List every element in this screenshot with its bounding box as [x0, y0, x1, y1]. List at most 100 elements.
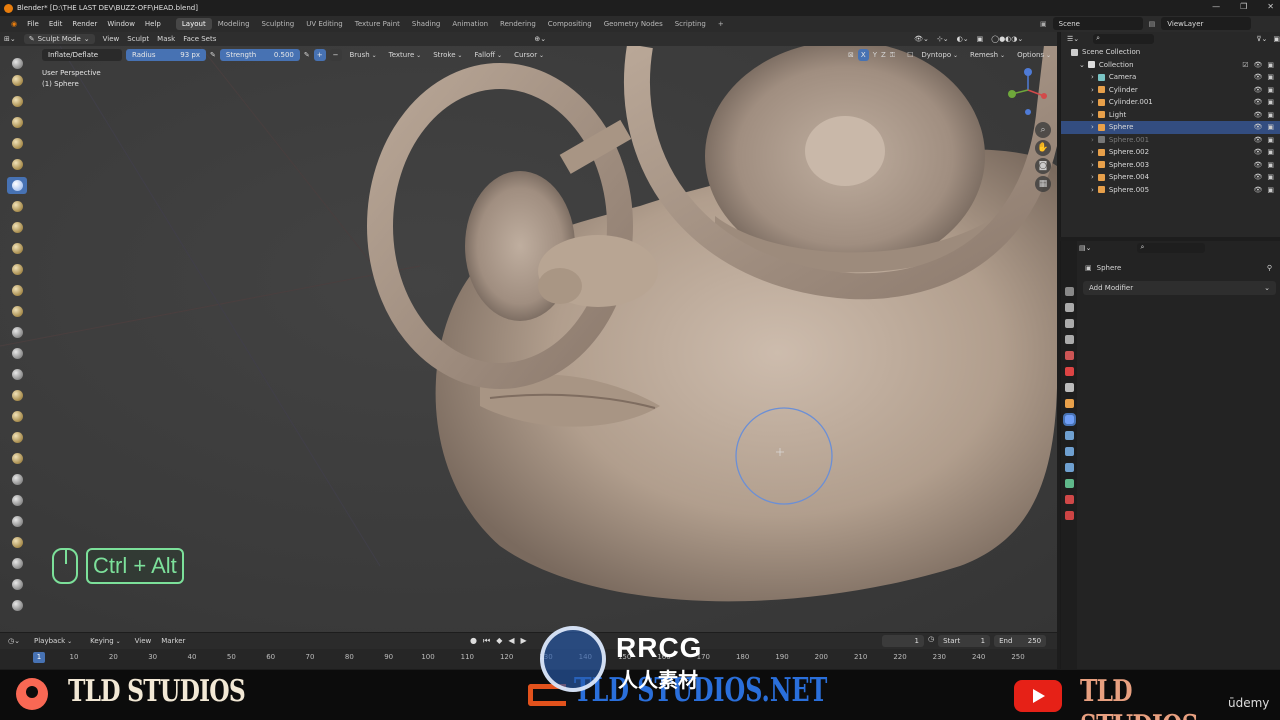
- tool-blob[interactable]: [7, 198, 27, 215]
- constraints-tab-icon[interactable]: [1064, 463, 1074, 472]
- tab-modeling[interactable]: Modeling: [212, 18, 256, 30]
- tool-clay-thumb[interactable]: [7, 135, 27, 152]
- timeline-ruler[interactable]: 1 10203040506070809010011012013014015016…: [0, 649, 1057, 669]
- texture-tab-icon[interactable]: [1064, 511, 1074, 520]
- cursor-menu[interactable]: Cursor: [510, 51, 548, 59]
- remesh-menu[interactable]: Remesh: [966, 51, 1009, 59]
- editor-type-icon[interactable]: ⊞⌄: [4, 35, 16, 43]
- symmetry-y-toggle[interactable]: Y: [873, 51, 877, 59]
- tool-annotate[interactable]: [7, 534, 27, 551]
- tool-clay-strips[interactable]: [7, 114, 27, 131]
- render-tab-icon[interactable]: [1064, 303, 1074, 312]
- view-layer-field[interactable]: ViewLayer: [1161, 17, 1252, 30]
- marker-menu[interactable]: Marker: [161, 637, 185, 645]
- camera-render-icon[interactable]: ▣: [1267, 148, 1274, 156]
- collection-tab-icon[interactable]: [1064, 383, 1074, 392]
- outliner-item[interactable]: › Sphere.002 👁 ▣: [1061, 146, 1280, 159]
- brush-menu[interactable]: Brush: [346, 51, 381, 59]
- stopwatch-icon[interactable]: ◷: [928, 635, 934, 647]
- properties-editor-icon[interactable]: ▤⌄: [1079, 244, 1091, 252]
- camera-view-icon[interactable]: ◙: [1035, 158, 1051, 174]
- properties-search-input[interactable]: ⌕: [1137, 243, 1206, 253]
- eye-icon[interactable]: 👁: [1253, 186, 1262, 194]
- texture-menu[interactable]: Texture: [385, 51, 426, 59]
- tool-layer[interactable]: [7, 156, 27, 173]
- symmetry-x-toggle[interactable]: X: [857, 49, 869, 61]
- eye-icon[interactable]: 👁: [1253, 161, 1262, 169]
- world-tab-icon[interactable]: [1064, 367, 1074, 376]
- stroke-menu[interactable]: Stroke: [429, 51, 466, 59]
- tool-nudge[interactable]: [7, 450, 27, 467]
- tool-pinch[interactable]: [7, 324, 27, 341]
- zoom-icon[interactable]: ⌕: [1035, 122, 1051, 138]
- symmetry-icon[interactable]: ⊠: [848, 51, 854, 59]
- menu-window[interactable]: Window: [102, 20, 140, 28]
- scene-tab-icon[interactable]: [1064, 351, 1074, 360]
- expand-arrow-icon[interactable]: ›: [1091, 186, 1094, 194]
- tab-layout[interactable]: Layout: [175, 18, 212, 30]
- tool-grab[interactable]: [7, 387, 27, 404]
- tool-thumb[interactable]: [7, 408, 27, 425]
- expand-arrow-icon[interactable]: ›: [1091, 123, 1094, 131]
- tool-draw-sharp[interactable]: [7, 72, 27, 89]
- play-icon[interactable]: ▶: [521, 636, 527, 646]
- tool-mask[interactable]: [7, 471, 27, 488]
- timeline-view-menu[interactable]: View: [135, 637, 152, 645]
- eye-icon[interactable]: 👁: [1253, 136, 1262, 144]
- add-direction-button[interactable]: +: [313, 49, 326, 61]
- tab-uv-editing[interactable]: UV Editing: [300, 18, 349, 30]
- symmetry-z-toggle[interactable]: Z: [881, 51, 886, 59]
- expand-arrow-icon[interactable]: ›: [1091, 73, 1094, 81]
- checkbox-icon[interactable]: ☑: [1242, 61, 1248, 69]
- camera-render-icon[interactable]: ▣: [1267, 173, 1274, 181]
- overlay-toggle-icon[interactable]: ◐⌄: [957, 35, 969, 43]
- tool-face-set[interactable]: [7, 513, 27, 530]
- eye-icon[interactable]: 👁: [1253, 98, 1262, 106]
- tool-crease[interactable]: [7, 219, 27, 236]
- expand-arrow-icon[interactable]: ›: [1091, 86, 1094, 94]
- outliner-item[interactable]: › Cylinder 👁 ▣: [1061, 84, 1280, 97]
- mode-selector[interactable]: ✎ Sculpt Mode ⌄: [23, 34, 95, 44]
- menu-face-sets[interactable]: Face Sets: [183, 35, 216, 43]
- menu-view[interactable]: View: [103, 35, 120, 43]
- tool-zoom[interactable]: [7, 555, 27, 572]
- strength-pressure-icon[interactable]: ✎: [304, 51, 310, 59]
- camera-render-icon[interactable]: ▣: [1267, 86, 1274, 94]
- prev-keyframe-icon[interactable]: ◆: [496, 636, 502, 646]
- playback-menu[interactable]: Playback: [30, 637, 76, 645]
- expand-arrow-icon[interactable]: ›: [1091, 136, 1094, 144]
- tool-pose[interactable]: [7, 429, 27, 446]
- falloff-menu[interactable]: Falloff: [470, 51, 506, 59]
- output-tab-icon[interactable]: [1064, 319, 1074, 328]
- camera-render-icon[interactable]: ▣: [1267, 111, 1274, 119]
- camera-render-icon[interactable]: ▣: [1267, 73, 1274, 81]
- add-modifier-button[interactable]: Add Modifier ⌄: [1083, 281, 1276, 295]
- data-tab-icon[interactable]: [1064, 479, 1074, 488]
- new-collection-icon[interactable]: ▣: [1273, 35, 1280, 43]
- expand-arrow-icon[interactable]: ›: [1091, 161, 1094, 169]
- outliner-item[interactable]: › Sphere.004 👁 ▣: [1061, 171, 1280, 184]
- navigation-gizmo[interactable]: [1004, 66, 1052, 116]
- eye-icon[interactable]: 👁: [1253, 111, 1262, 119]
- subtract-direction-button[interactable]: −: [329, 49, 342, 61]
- tab-geometry-nodes[interactable]: Geometry Nodes: [598, 18, 669, 30]
- filter-icon[interactable]: ⊽⌄: [1256, 35, 1267, 43]
- pan-hand-icon[interactable]: ✋: [1035, 140, 1051, 156]
- view-layer-tab-icon[interactable]: [1064, 335, 1074, 344]
- tab-scripting[interactable]: Scripting: [669, 18, 712, 30]
- expand-arrow-icon[interactable]: ›: [1091, 173, 1094, 181]
- eye-icon[interactable]: 👁: [1253, 86, 1262, 94]
- blender-menu-icon[interactable]: ◉: [6, 20, 22, 28]
- menu-help[interactable]: Help: [140, 20, 166, 28]
- pin-icon[interactable]: ⚲: [1267, 264, 1272, 272]
- camera-render-icon[interactable]: ▣: [1267, 161, 1274, 169]
- dyntopo-menu[interactable]: Dyntopo: [917, 51, 962, 59]
- tool-clay[interactable]: [7, 93, 27, 110]
- tool-scrape[interactable]: [7, 303, 27, 320]
- tool-elastic[interactable]: [7, 345, 27, 362]
- lock-icon[interactable]: ⚿: [890, 51, 895, 60]
- transform-pivot-icon[interactable]: ⊕⌄: [534, 35, 546, 43]
- current-frame-field[interactable]: 1: [882, 635, 924, 647]
- end-frame-field[interactable]: End 250: [994, 635, 1047, 647]
- tool-flatten[interactable]: [7, 261, 27, 278]
